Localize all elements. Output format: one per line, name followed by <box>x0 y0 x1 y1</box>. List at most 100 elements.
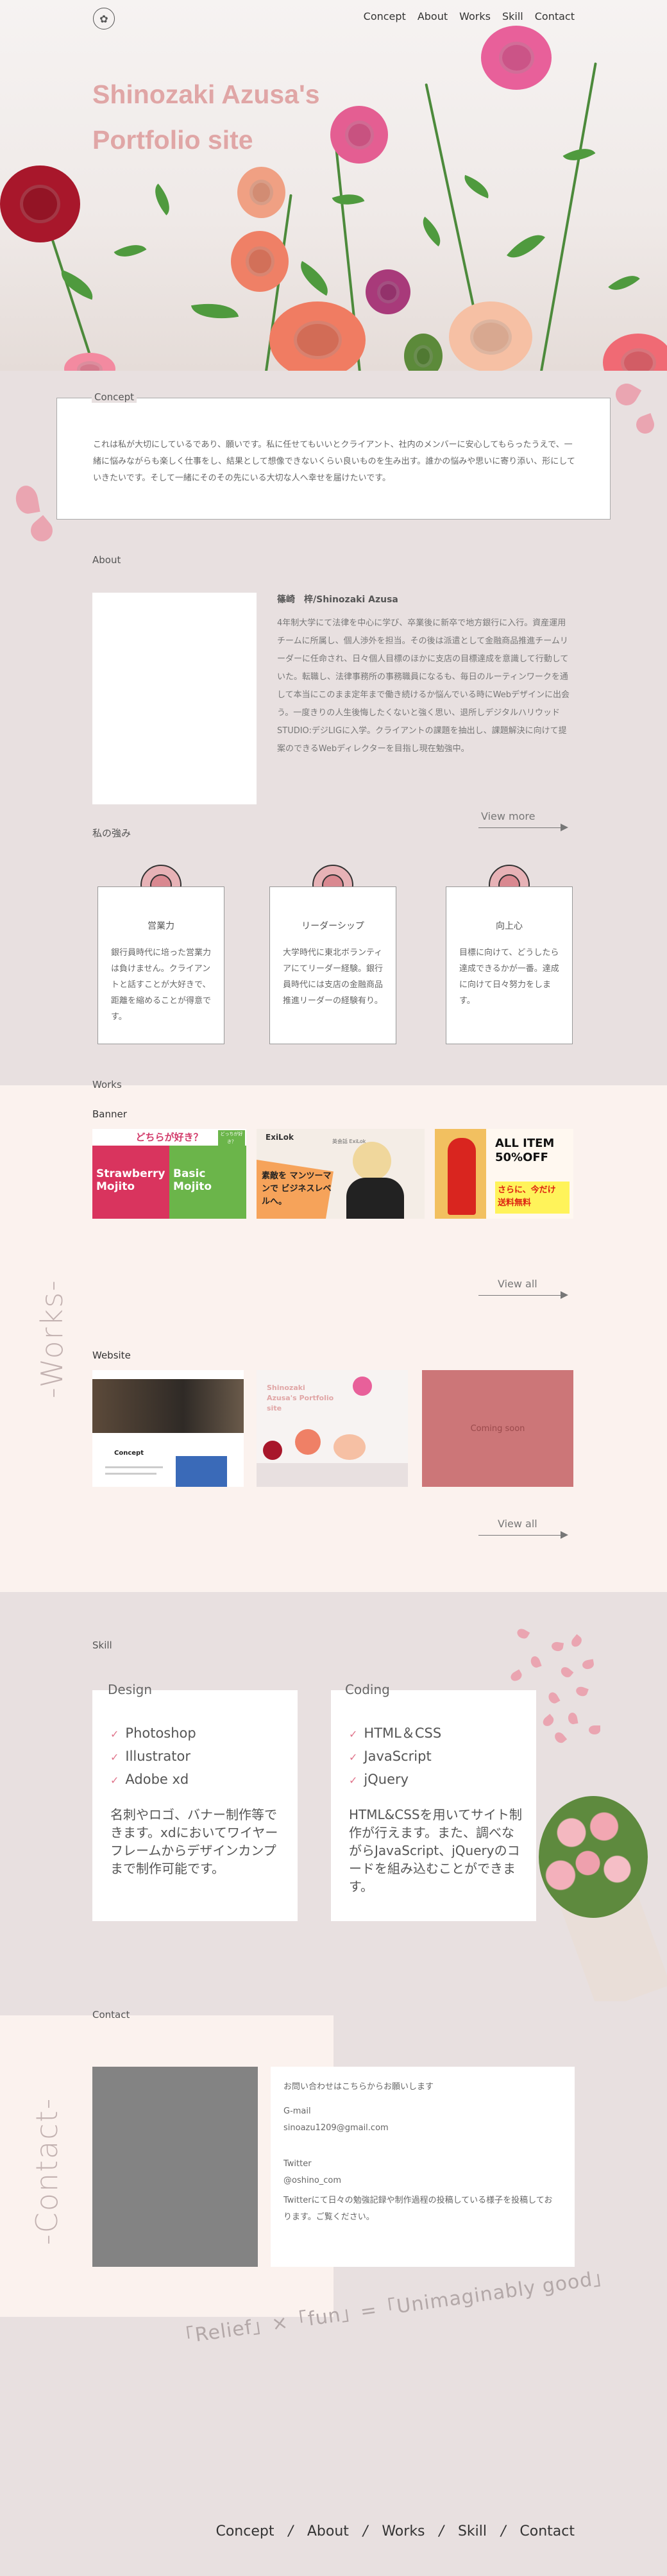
nav-skill[interactable]: Skill <box>502 10 523 22</box>
leaf <box>56 269 98 300</box>
skill-heading: Skill <box>92 1640 112 1651</box>
leaf <box>416 216 448 247</box>
works-heading: Works <box>92 1079 122 1090</box>
footer-skill[interactable]: Skill <box>458 2523 487 2539</box>
petal-decoration <box>567 1711 578 1725</box>
gmail-address[interactable]: sinoazu1209@gmail.com <box>283 2123 389 2133</box>
bud <box>404 334 443 371</box>
banner-mojito[interactable]: どちらが好き？ Strawberry Mojito Basic Mojito ど… <box>92 1129 246 1219</box>
view-all-website-link[interactable]: View all <box>498 1518 537 1530</box>
leaf <box>608 267 640 298</box>
dress-image <box>448 1138 476 1215</box>
petal-decoration <box>634 413 657 436</box>
arrow-right-icon[interactable] <box>561 1291 568 1299</box>
strength-title: リーダーシップ <box>301 921 364 931</box>
banner-english[interactable]: ExiLok 英会話 ExiLok 素敵を マンツーマンで ビジネスレベルへ。 <box>257 1129 425 1219</box>
petal-decoration <box>589 1725 600 1734</box>
about-heading: About <box>92 554 121 566</box>
footer-works[interactable]: Works <box>382 2523 425 2539</box>
profile-image <box>92 593 257 804</box>
pink-rose <box>64 353 115 371</box>
nav-about[interactable]: About <box>418 10 448 22</box>
contact-image <box>92 2067 258 2267</box>
gmail-label: G-mail <box>283 2106 311 2116</box>
petal-decoration <box>509 1669 524 1683</box>
website-thumb-coming-soon[interactable]: Coming soon <box>422 1370 573 1487</box>
view-all-banner-link[interactable]: View all <box>498 1278 537 1290</box>
footer-about[interactable]: About <box>307 2523 349 2539</box>
contact-intro: お問い合わせはこちらからお願いします <box>283 2082 434 2092</box>
strength-title: 向上心 <box>496 921 523 931</box>
view-all-line <box>478 1535 562 1536</box>
leaf <box>506 226 546 267</box>
leaf <box>460 174 493 199</box>
banner-label: Banner <box>92 1108 127 1120</box>
footer-separator: / <box>362 2523 368 2539</box>
footer-contact[interactable]: Contact <box>519 2523 575 2539</box>
pink-rose <box>481 26 552 90</box>
petal-decoration <box>611 379 642 410</box>
about-text: 4年制大学にて法律を中心に学び、卒業後に新卒で地方銀行に入行。資産運用チームに所… <box>277 618 570 754</box>
petal-decoration <box>569 1634 584 1649</box>
petal-decoration <box>541 1713 556 1729</box>
strength-text: 目標に向けて、どうしたら達成できるかが一番。達成に向けて日々努力をします。 <box>459 948 559 1006</box>
strength-text: 銀行員時代に培った営業力は負けません。クライアントと話すことが大好きで、距離を縮… <box>111 948 212 1022</box>
person-image <box>353 1142 391 1180</box>
twitter-handle[interactable]: @oshino_com <box>283 2176 341 2185</box>
coral-rose <box>269 301 366 371</box>
banner-sale[interactable]: ALL ITEM 50%OFF さらに、今だけ 送料無料 <box>435 1129 573 1219</box>
website-thumb-1[interactable]: Concept <box>92 1370 244 1487</box>
petal-decoration <box>550 1641 564 1652</box>
contact-info-box: お問い合わせはこちらからお願いします G-mail sinoazu1209@gm… <box>271 2067 575 2267</box>
petal-decoration <box>552 1730 568 1745</box>
concept-text: これは私が大切にしているであり、願いです。私に任せてもいいとクライアント、社内の… <box>93 440 575 483</box>
view-more-line <box>478 827 562 828</box>
design-skill-list: Photoshop Illustrator Adobe xd <box>110 1722 196 1792</box>
peach-rose <box>449 301 532 371</box>
strength-card: 営業力 銀行員時代に培った営業力は負けません。クライアントと話すことが大好きで、… <box>97 886 224 1044</box>
leaf <box>147 183 178 216</box>
arrow-right-icon[interactable] <box>561 1531 568 1539</box>
contact-vertical-title: -Contact- <box>30 2097 64 2245</box>
coding-skill-desc: HTML&CSSを用いてサイト制作が行えます。また、調べながらJavaScrip… <box>349 1807 523 1894</box>
strength-title: 営業力 <box>148 921 174 931</box>
coding-skill-card: HTML＆CSS JavaScript jQuery HTML&CSSを用いてサ… <box>331 1690 536 1921</box>
works-vertical-title: -Works- <box>35 1279 69 1398</box>
design-skill-card: Photoshop Illustrator Adobe xd 名刺やロゴ、バナー… <box>92 1690 298 1921</box>
footer-separator: / <box>500 2523 506 2539</box>
petal-decoration <box>559 1665 574 1680</box>
contact-heading: Contact <box>92 2009 130 2021</box>
peach-rose <box>237 167 285 218</box>
twitter-label: Twitter <box>283 2159 312 2169</box>
petal-decoration <box>581 1659 595 1670</box>
nav-contact[interactable]: Contact <box>535 10 575 22</box>
petal-decoration <box>13 484 40 516</box>
coding-skill-heading: Coding <box>345 1682 390 1697</box>
nav-concept[interactable]: Concept <box>364 10 406 22</box>
footer-concept[interactable]: Concept <box>215 2523 274 2539</box>
website-thumb-2[interactable]: Shinozaki Azusa's Portfolio site <box>257 1370 408 1487</box>
purple-rose <box>366 269 410 314</box>
arrow-right-icon[interactable] <box>561 824 568 831</box>
petal-decoration <box>515 1627 530 1641</box>
website-label: Website <box>92 1350 131 1361</box>
petal-decoration <box>546 1690 561 1706</box>
hero-section: ✿ Concept About Works Skill Contact Shin… <box>0 0 667 371</box>
leaf <box>332 187 365 212</box>
strength-text: 大学時代に東北ボランティアにてリーダー経験。銀行員時代には支店の金融商品推進リー… <box>283 948 384 1006</box>
footer-nav: Concept / About / Works / Skill / Contac… <box>215 2523 575 2539</box>
nav-works[interactable]: Works <box>459 10 491 22</box>
bouquet-image <box>539 1796 667 2001</box>
top-nav: Concept About Works Skill Contact <box>364 10 575 22</box>
leaf <box>114 237 147 265</box>
pink-rose <box>603 334 667 371</box>
leaf <box>293 260 335 296</box>
petal-decoration <box>575 1685 589 1698</box>
strengths-heading: 私の強み <box>92 827 131 839</box>
leaf <box>190 298 239 325</box>
concept-label: Concept <box>92 391 137 403</box>
coding-skill-list: HTML＆CSS JavaScript jQuery <box>349 1722 441 1792</box>
logo-icon[interactable]: ✿ <box>93 8 115 30</box>
design-skill-heading: Design <box>108 1682 153 1697</box>
view-more-link[interactable]: View more <box>481 810 536 822</box>
